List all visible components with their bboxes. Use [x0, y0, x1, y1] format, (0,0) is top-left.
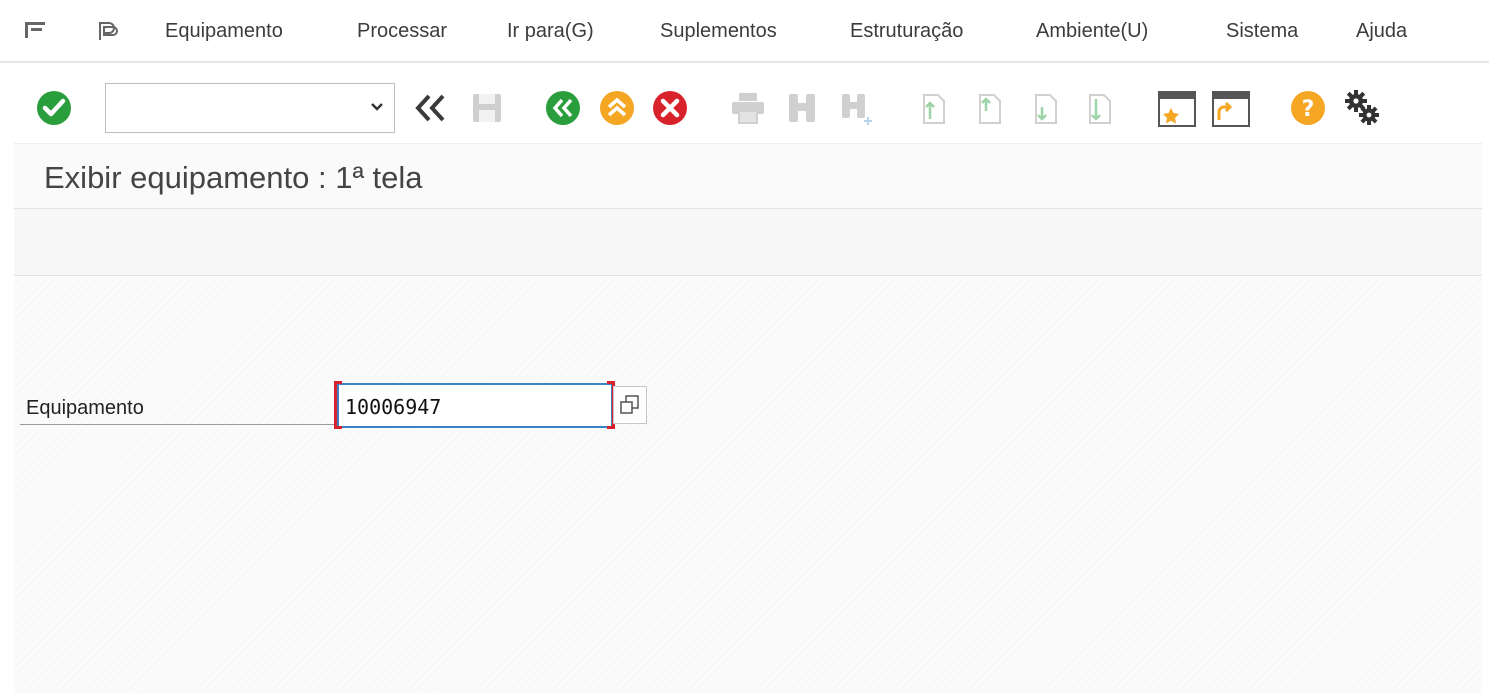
menu-bar: Equipamento Processar Ir para(G) Supleme… [0, 0, 1489, 62]
menu-processar[interactable]: Processar [357, 18, 447, 44]
screen-content [14, 277, 1482, 693]
command-field[interactable] [105, 83, 395, 133]
find-next-icon[interactable] [838, 91, 876, 127]
menu-suplementos[interactable]: Suplementos [660, 18, 777, 44]
menu-toggle-icon[interactable] [22, 18, 48, 44]
enter-icon[interactable] [36, 90, 72, 126]
save-icon[interactable] [470, 91, 504, 125]
first-page-icon[interactable] [918, 91, 950, 125]
cancel-icon[interactable] [652, 90, 688, 126]
menu-estruturacao[interactable]: Estruturação [850, 18, 963, 44]
value-help-icon [620, 395, 639, 414]
settings-icon[interactable] [1342, 88, 1382, 128]
menu-ir-para[interactable]: Ir para(G) [507, 18, 594, 44]
equipment-input[interactable]: 10006947 [337, 383, 613, 428]
label-underline [20, 424, 338, 425]
next-page-icon[interactable] [1030, 91, 1062, 125]
help-icon[interactable]: ? [1290, 90, 1326, 126]
shortcut-icon[interactable] [1211, 90, 1251, 128]
menu-sistema[interactable]: Sistema [1226, 18, 1298, 44]
application-toolbar [14, 208, 1482, 276]
print-icon[interactable] [730, 91, 766, 125]
find-icon[interactable] [785, 91, 821, 125]
page-title: Exibir equipamento : 1ª tela [44, 160, 423, 195]
create-session-icon[interactable] [1157, 90, 1197, 128]
value-help-button[interactable] [613, 386, 647, 424]
command-dropdown-icon[interactable] [368, 98, 386, 116]
title-bar: Exibir equipamento : 1ª tela [14, 143, 1482, 208]
equipment-label: Equipamento [26, 397, 144, 419]
standard-toolbar: ? [0, 63, 1489, 143]
required-marker-left [334, 381, 342, 429]
svg-text:?: ? [1302, 97, 1315, 122]
last-page-icon[interactable] [1084, 91, 1116, 125]
menu-ambiente[interactable]: Ambiente(U) [1036, 18, 1148, 44]
menu-equipamento[interactable]: Equipamento [165, 18, 283, 44]
previous-page-icon[interactable] [974, 91, 1006, 125]
session-icon[interactable] [96, 18, 122, 44]
collapse-icon[interactable] [414, 93, 448, 123]
back-icon[interactable] [545, 90, 581, 126]
exit-icon[interactable] [599, 90, 635, 126]
menu-ajuda[interactable]: Ajuda [1356, 18, 1407, 44]
